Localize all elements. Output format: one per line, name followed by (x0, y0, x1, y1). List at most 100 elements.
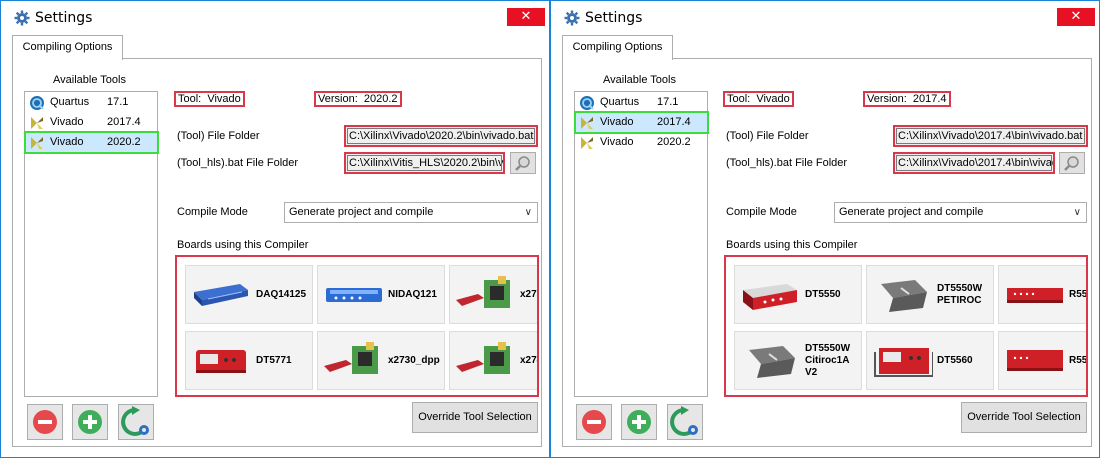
file-folder-field[interactable]: C:\Xilinx\Vivado\2017.4\bin\vivado.bat (893, 125, 1088, 147)
close-icon: ✕ (520, 9, 532, 24)
remove-tool-button[interactable] (27, 404, 63, 440)
board-name: DAQ14125 (256, 288, 307, 300)
file-folder-value: C:\Xilinx\Vivado\2020.2\bin\vivado.bat (349, 130, 534, 142)
board-image-icon (749, 346, 795, 378)
board-tile[interactable]: NIDAQ121 (317, 265, 445, 324)
chevron-down-icon: ∨ (524, 207, 532, 218)
board-name: x2740 (520, 354, 537, 366)
minus-icon (582, 410, 606, 434)
add-tool-button[interactable] (72, 404, 108, 440)
title-bar[interactable]: Settings ✕ (551, 1, 1099, 35)
vivado-icon (581, 137, 593, 149)
add-tool-button[interactable] (621, 404, 657, 440)
tab-compiling-options[interactable]: Compiling Options (12, 35, 123, 60)
list-item-selected[interactable]: Vivado 2020.2 (24, 131, 159, 154)
search-icon (1064, 156, 1079, 171)
boards-panel[interactable]: DAQ14125 NIDAQ121 x2730 DT5771 x2730_dpp… (175, 255, 539, 397)
board-tile[interactable]: DT5550W Citiroc1A V2 (734, 331, 862, 390)
board-tile[interactable]: DAQ14125 (185, 265, 313, 324)
tool-name: Vivado (50, 116, 84, 128)
available-tools-label: Available Tools (603, 74, 676, 86)
plus-icon (78, 410, 102, 434)
window-title: Settings (35, 10, 93, 26)
board-image-icon (1007, 288, 1063, 303)
boards-label: Boards using this Compiler (726, 239, 858, 251)
tab-compiling-options[interactable]: Compiling Options (562, 35, 673, 60)
tab-label: Compiling Options (22, 41, 113, 53)
list-item-selected[interactable]: Vivado 2017.4 (574, 111, 709, 134)
tools-list[interactable]: Quartus 17.1 Vivado 2017.4 Vivado 2020.2 (24, 91, 159, 397)
list-item[interactable]: Vivado 2020.2 (576, 133, 707, 152)
refresh-tools-button[interactable] (118, 404, 154, 440)
close-button[interactable]: ✕ (507, 8, 545, 26)
board-tile[interactable]: x2730_dpp (317, 331, 445, 390)
board-image-icon (326, 288, 382, 302)
board-name: DT5771 (256, 354, 292, 366)
file-folder-label: (Tool) File Folder (726, 130, 809, 142)
tool-version: 2020.2 (107, 136, 141, 148)
board-image-icon (874, 348, 933, 377)
search-icon (515, 156, 530, 171)
boards-panel[interactable]: DT5550 DT5550W PETIROC R5560 DT5550W Cit… (724, 255, 1088, 397)
quartus-icon (580, 96, 594, 110)
quartus-icon (30, 96, 44, 110)
tool-version: 17.1 (657, 96, 679, 108)
tool-version: 2017.4 (107, 116, 141, 128)
board-tile[interactable]: x2740 (449, 331, 537, 390)
refresh-settings-icon (670, 406, 698, 436)
compile-mode-value: Generate project and compile (289, 206, 434, 218)
remove-tool-button[interactable] (576, 404, 612, 440)
override-tool-selection-button[interactable]: Override Tool Selection (961, 402, 1087, 433)
board-name: DT5560 (937, 354, 973, 366)
compile-mode-select[interactable]: Generate project and compile ∨ (834, 202, 1087, 223)
hls-folder-label: (Tool_hls).bat File Folder (726, 157, 848, 169)
gear-icon (564, 10, 580, 26)
board-name: DT5550 (805, 288, 841, 300)
board-tile[interactable]: x2730 (449, 265, 537, 324)
browse-button[interactable] (510, 152, 536, 174)
board-image-icon (456, 276, 510, 308)
browse-button[interactable] (1059, 152, 1085, 174)
gear-icon (14, 10, 30, 26)
plus-icon (627, 410, 651, 434)
hls-folder-field[interactable]: C:\Xilinx\Vivado\2017.4\bin\vivado_hls.b… (893, 152, 1055, 174)
board-tile[interactable]: DT5550W PETIROC (866, 265, 994, 324)
hls-folder-field[interactable]: C:\Xilinx\Vitis_HLS\2020.2\bin\vitis_hls… (344, 152, 505, 174)
list-item[interactable]: Quartus 17.1 (576, 93, 707, 112)
board-tile[interactable]: DT5771 (185, 331, 313, 390)
tab-label: Compiling Options (572, 41, 663, 53)
file-folder-value: C:\Xilinx\Vivado\2017.4\bin\vivado.bat (898, 130, 1083, 142)
tool-name: Vivado (600, 116, 634, 128)
board-name: NIDAQ121 (388, 288, 437, 300)
close-button[interactable]: ✕ (1057, 8, 1095, 26)
board-name: x2730_dpp (388, 354, 440, 366)
board-tile[interactable]: R5560 (998, 265, 1086, 324)
tool-name: Vivado (50, 136, 84, 148)
board-image-icon (456, 342, 510, 374)
tool-version: 2020.2 (657, 136, 691, 148)
refresh-tools-button[interactable] (667, 404, 703, 440)
settings-window-right: Settings ✕ Compiling Options Available T… (550, 0, 1100, 458)
tool-label: Tool: Vivado (723, 91, 794, 107)
board-name: DT5550W PETIROC (937, 282, 983, 306)
board-tile[interactable]: R5560SE (998, 331, 1088, 390)
compile-mode-label: Compile Mode (726, 206, 797, 218)
compile-mode-label: Compile Mode (177, 206, 248, 218)
board-name: R5560SE (1069, 354, 1088, 366)
override-tool-selection-button[interactable]: Override Tool Selection (412, 402, 538, 433)
list-item[interactable]: Quartus 17.1 (26, 93, 157, 112)
board-name: DT5550W Citiroc1A V2 (805, 342, 851, 378)
compile-mode-select[interactable]: Generate project and compile ∨ (284, 202, 538, 223)
tool-name: Quartus (600, 96, 640, 108)
tool-name: Vivado (600, 136, 634, 148)
board-tile[interactable]: DT5550 (734, 265, 862, 324)
file-folder-field[interactable]: C:\Xilinx\Vivado\2020.2\bin\vivado.bat (344, 125, 538, 147)
tools-list[interactable]: Quartus 17.1 Vivado 2017.4 Vivado 2020.2 (574, 91, 709, 397)
version-label: Version: 2020.2 (314, 91, 402, 107)
board-tile[interactable]: DT5560 (866, 331, 994, 390)
title-bar[interactable]: Settings ✕ (1, 1, 549, 35)
version-label: Version: 2017.4 (863, 91, 951, 107)
compile-mode-value: Generate project and compile (839, 206, 984, 218)
list-item[interactable]: Vivado 2017.4 (26, 113, 157, 132)
tool-version: 2017.4 (657, 116, 691, 128)
